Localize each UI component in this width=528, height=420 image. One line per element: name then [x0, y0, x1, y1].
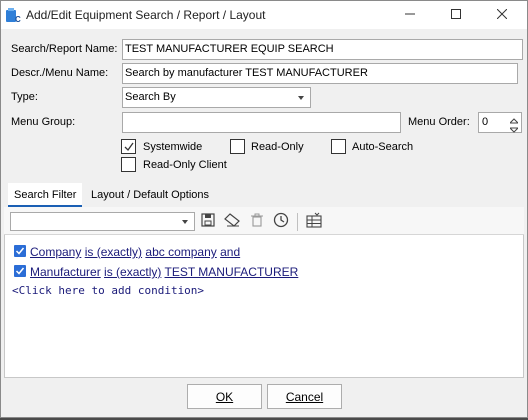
condition-row: Manufacturer is (exactly) TEST MANUFACTU… — [14, 265, 298, 279]
toolbar-divider — [297, 213, 298, 231]
column-options-button[interactable] — [305, 212, 323, 230]
tab-layout-default-options[interactable]: Layout / Default Options — [85, 183, 215, 207]
window-title: Add/Edit Equipment Search / Report / Lay… — [26, 8, 266, 22]
menu-group-label: Menu Group: — [11, 116, 76, 128]
maximize-icon — [451, 8, 461, 22]
tab-strip: Search Filter Layout / Default Options — [1, 183, 527, 207]
svg-text:C: C — [15, 15, 21, 23]
eraser-icon — [224, 212, 240, 230]
minimize-icon — [405, 8, 415, 22]
read-only-label: Read-Only — [251, 141, 304, 153]
chevron-down-icon — [182, 220, 188, 224]
cancel-button[interactable]: Cancel — [267, 384, 342, 409]
read-only-client-checkbox[interactable] — [121, 157, 136, 172]
dialog-window: C Add/Edit Equipment Search / Report / L… — [0, 0, 528, 418]
grid-columns-icon — [305, 212, 323, 231]
type-select-value: Search By — [125, 91, 176, 103]
checkmark-icon — [15, 267, 25, 275]
trash-icon — [250, 213, 264, 230]
delete-filter-button[interactable] — [248, 212, 266, 230]
condition-checkbox[interactable] — [14, 245, 26, 257]
minimize-button[interactable] — [387, 1, 433, 29]
filter-toolbar — [4, 207, 524, 235]
condition-field-link[interactable]: Manufacturer — [30, 265, 101, 279]
tab-search-filter[interactable]: Search Filter — [8, 183, 83, 207]
search-report-name-field[interactable]: TEST MANUFACTURER EQUIP SEARCH — [122, 39, 523, 60]
type-select[interactable]: Search By — [122, 87, 311, 108]
condition-row: Company is (exactly) abc company and — [14, 245, 240, 259]
type-label: Type: — [11, 91, 38, 103]
saved-filter-select[interactable] — [10, 212, 195, 231]
app-search-icon: C — [5, 7, 21, 24]
save-icon — [201, 212, 215, 230]
title-bar: C Add/Edit Equipment Search / Report / L… — [1, 1, 527, 29]
ok-button-label: OK — [215, 389, 234, 404]
auto-search-checkbox[interactable] — [331, 139, 346, 154]
menu-group-field[interactable] — [122, 112, 401, 133]
condition-joiner-link[interactable]: and — [220, 245, 240, 259]
read-only-checkbox[interactable] — [230, 139, 245, 154]
condition-field-link[interactable]: Company — [30, 245, 81, 259]
clear-filter-button[interactable] — [223, 212, 241, 230]
save-filter-button[interactable] — [199, 212, 217, 230]
close-button[interactable] — [479, 1, 525, 29]
maximize-button[interactable] — [433, 1, 479, 29]
condition-operator-link[interactable]: is (exactly) — [104, 265, 161, 279]
cancel-button-label: Cancel — [285, 389, 324, 404]
menu-order-value: 0 — [482, 116, 489, 128]
checkmark-icon — [15, 247, 25, 255]
systemwide-label: Systemwide — [143, 141, 203, 153]
auto-search-label: Auto-Search — [352, 141, 414, 153]
clock-icon — [273, 212, 289, 231]
spin-down-icon[interactable] — [508, 124, 520, 136]
close-icon — [496, 8, 508, 22]
systemwide-checkbox[interactable] — [121, 139, 136, 154]
checkmark-icon — [124, 142, 134, 152]
ok-button[interactable]: OK — [187, 384, 262, 409]
read-only-client-label: Read-Only Client — [143, 159, 227, 171]
condition-operator-link[interactable]: is (exactly) — [85, 245, 142, 259]
chevron-down-icon — [298, 96, 304, 100]
menu-order-stepper[interactable]: 0 — [478, 112, 522, 133]
descr-menu-name-label: Descr./Menu Name: — [11, 67, 109, 79]
descr-menu-name-field[interactable]: Search by manufacturer TEST MANUFACTURER — [122, 63, 518, 84]
history-button[interactable] — [272, 212, 290, 230]
search-report-name-label: Search/Report Name: — [11, 43, 118, 55]
menu-order-label: Menu Order: — [408, 116, 470, 128]
add-condition-link[interactable]: <Click here to add condition> — [12, 284, 204, 297]
condition-checkbox[interactable] — [14, 265, 26, 277]
condition-value-link[interactable]: abc company — [145, 245, 216, 259]
condition-value-link[interactable]: TEST MANUFACTURER — [165, 265, 299, 279]
